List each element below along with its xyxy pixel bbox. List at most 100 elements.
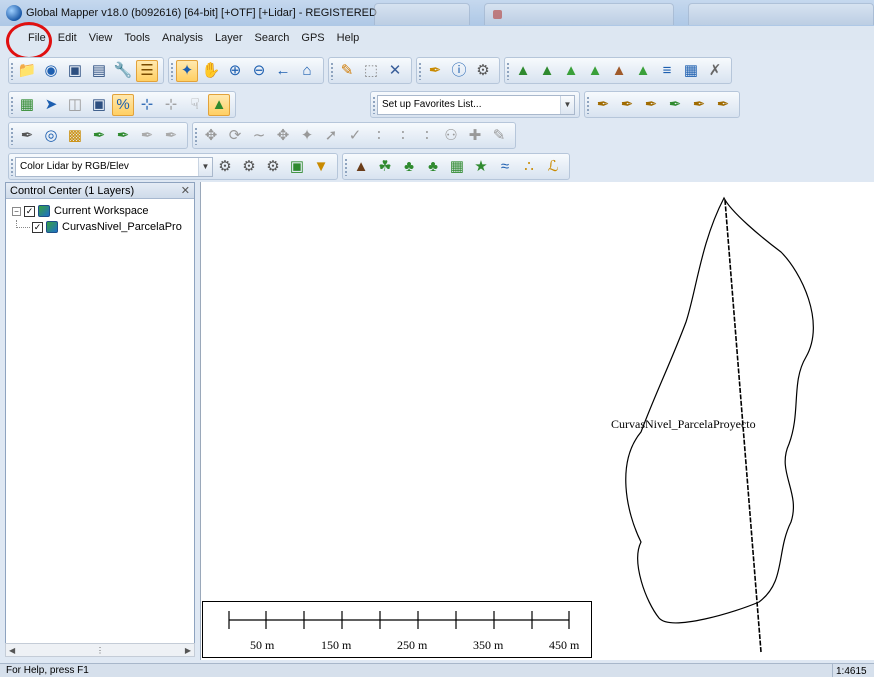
terrain-8-icon[interactable]: ▦: [680, 60, 702, 82]
lidar-gear-1-icon[interactable]: ⚙: [214, 156, 236, 178]
split-icon[interactable]: ◫: [64, 94, 86, 116]
lidar-gear-3-icon[interactable]: ⚙: [262, 156, 284, 178]
menu-gps[interactable]: GPS: [295, 32, 330, 44]
tree-item-workspace[interactable]: − ✓ Current Workspace: [12, 203, 194, 219]
pencil-icon[interactable]: ✎: [336, 60, 358, 82]
terrain-7-icon[interactable]: ≡: [656, 60, 678, 82]
select-icon[interactable]: ✦: [176, 59, 198, 82]
zoom-out-icon[interactable]: ⊖: [248, 60, 270, 82]
move-alt-icon[interactable]: ✥: [272, 125, 294, 147]
terrain-9-icon[interactable]: ✗: [704, 60, 726, 82]
profile-icon[interactable]: ⊹: [136, 94, 158, 116]
terrain-6-icon[interactable]: ▲: [632, 60, 654, 82]
filter-icon[interactable]: ▼: [310, 156, 332, 178]
vertex-3-icon[interactable]: ∶: [416, 125, 438, 147]
lidar-color-combo[interactable]: Color Lidar by RGB/Elev ▼: [15, 156, 213, 177]
percent-icon[interactable]: %: [112, 93, 134, 116]
powerline-icon[interactable]: ★: [470, 156, 492, 178]
draw-2-icon[interactable]: ✒: [616, 94, 638, 116]
scroll-grip-icon[interactable]: ⋮: [96, 646, 104, 655]
workspace-checkbox[interactable]: ✓: [24, 205, 35, 217]
menu-edit[interactable]: Edit: [52, 32, 83, 44]
ground-icon[interactable]: ▲: [350, 156, 372, 178]
building-icon[interactable]: ▦: [446, 156, 468, 178]
profile-alt-icon[interactable]: ⊹: [160, 94, 182, 116]
grid-icon[interactable]: ▦: [16, 94, 38, 116]
open-folder-icon[interactable]: 📁: [16, 60, 38, 82]
water-icon[interactable]: ≈: [494, 156, 516, 178]
globe-icon[interactable]: ◉: [40, 60, 62, 82]
favorites-combo[interactable]: Set up Favorites List... ▼: [377, 94, 575, 115]
vertex-1-icon[interactable]: ∶: [368, 125, 390, 147]
layer-stack-icon[interactable]: ☰: [136, 59, 158, 82]
collapse-icon[interactable]: −: [12, 206, 21, 216]
close-icon[interactable]: ✕: [181, 184, 190, 197]
map-canvas[interactable]: CurvasNivel_ParcelaProyecto: [200, 182, 874, 660]
menu-layer[interactable]: Layer: [209, 32, 249, 44]
draw-3-icon[interactable]: ✒: [640, 94, 662, 116]
pan-icon[interactable]: ✋: [200, 60, 222, 82]
low-veg-icon[interactable]: ☘: [374, 156, 396, 178]
chevron-down-icon[interactable]: ▼: [560, 95, 574, 114]
menu-help[interactable]: Help: [331, 32, 366, 44]
lidar-gear-2-icon[interactable]: ⚙: [238, 156, 260, 178]
home-icon[interactable]: ⌂: [296, 60, 318, 82]
split-line-icon[interactable]: ✓: [344, 125, 366, 147]
draw-4-icon[interactable]: ✒: [664, 94, 686, 116]
move-icon[interactable]: ✥: [200, 125, 222, 147]
menu-file[interactable]: File: [22, 32, 52, 44]
measure-icon[interactable]: ✒: [424, 60, 446, 82]
pen-icon[interactable]: ✎: [488, 125, 510, 147]
zoom-in-icon[interactable]: ⊕: [224, 60, 246, 82]
rect-select-icon[interactable]: ⬚: [360, 60, 382, 82]
back-arrow-icon[interactable]: ←: [272, 60, 294, 82]
line-icon[interactable]: ✒: [88, 125, 110, 147]
info-icon[interactable]: ⓘ: [448, 60, 470, 82]
vertex-edit-icon[interactable]: ✒: [16, 125, 38, 147]
snap-icon[interactable]: ✦: [296, 125, 318, 147]
terrain-3-icon[interactable]: ▲: [560, 60, 582, 82]
terrain-2-icon[interactable]: ▲: [536, 60, 558, 82]
hand-measure-icon[interactable]: ☟: [184, 94, 206, 116]
terrain-5-icon[interactable]: ▲: [608, 60, 630, 82]
layer-checkbox[interactable]: ✓: [32, 221, 43, 233]
draw-1-icon[interactable]: ✒: [592, 94, 614, 116]
node-icon[interactable]: ⚇: [440, 125, 462, 147]
points-icon[interactable]: ∴: [518, 156, 540, 178]
draw-6-icon[interactable]: ✒: [712, 94, 734, 116]
mountain-active-icon[interactable]: ▲: [208, 93, 230, 116]
high-veg-icon[interactable]: ♣: [422, 156, 444, 178]
join-icon[interactable]: ➚: [320, 125, 342, 147]
wrench-icon[interactable]: 🔧: [112, 60, 134, 82]
poly-disabled-icon[interactable]: ✒: [160, 125, 182, 147]
window-icon[interactable]: ▤: [88, 60, 110, 82]
terrain-1-icon[interactable]: ▲: [512, 60, 534, 82]
menu-tools[interactable]: Tools: [118, 32, 156, 44]
terrain-4-icon[interactable]: ▲: [584, 60, 606, 82]
view-3d-icon[interactable]: ▣: [88, 94, 110, 116]
rotate-icon[interactable]: ⟳: [224, 125, 246, 147]
scroll-left-icon[interactable]: ◀: [9, 646, 15, 655]
path-icon[interactable]: ➤: [40, 94, 62, 116]
vertex-2-icon[interactable]: ∶: [392, 125, 414, 147]
chevron-down-icon[interactable]: ▼: [198, 157, 212, 176]
panel-horizontal-scrollbar[interactable]: ◀ ⋮ ▶: [5, 643, 195, 657]
feature-info-icon[interactable]: ⚙: [472, 60, 494, 82]
menu-view[interactable]: View: [83, 32, 119, 44]
tree-item-layer[interactable]: ✓ CurvasNivel_ParcelaPro: [12, 219, 194, 235]
save-icon[interactable]: ▣: [64, 60, 86, 82]
line-disabled-icon[interactable]: ✒: [136, 125, 158, 147]
menu-analysis[interactable]: Analysis: [156, 32, 209, 44]
path-profile-icon[interactable]: ℒ: [542, 156, 564, 178]
lidar-tree-icon[interactable]: ▣: [286, 156, 308, 178]
med-veg-icon[interactable]: ♣: [398, 156, 420, 178]
target-icon[interactable]: ◎: [40, 125, 62, 147]
cross-icon[interactable]: ✚: [464, 125, 486, 147]
connect-icon[interactable]: ∼: [248, 125, 270, 147]
draw-5-icon[interactable]: ✒: [688, 94, 710, 116]
poly-icon[interactable]: ✒: [112, 125, 134, 147]
scroll-right-icon[interactable]: ▶: [185, 646, 191, 655]
delete-icon[interactable]: ✕: [384, 60, 406, 82]
menu-search[interactable]: Search: [249, 32, 296, 44]
area-icon[interactable]: ▩: [64, 125, 86, 147]
